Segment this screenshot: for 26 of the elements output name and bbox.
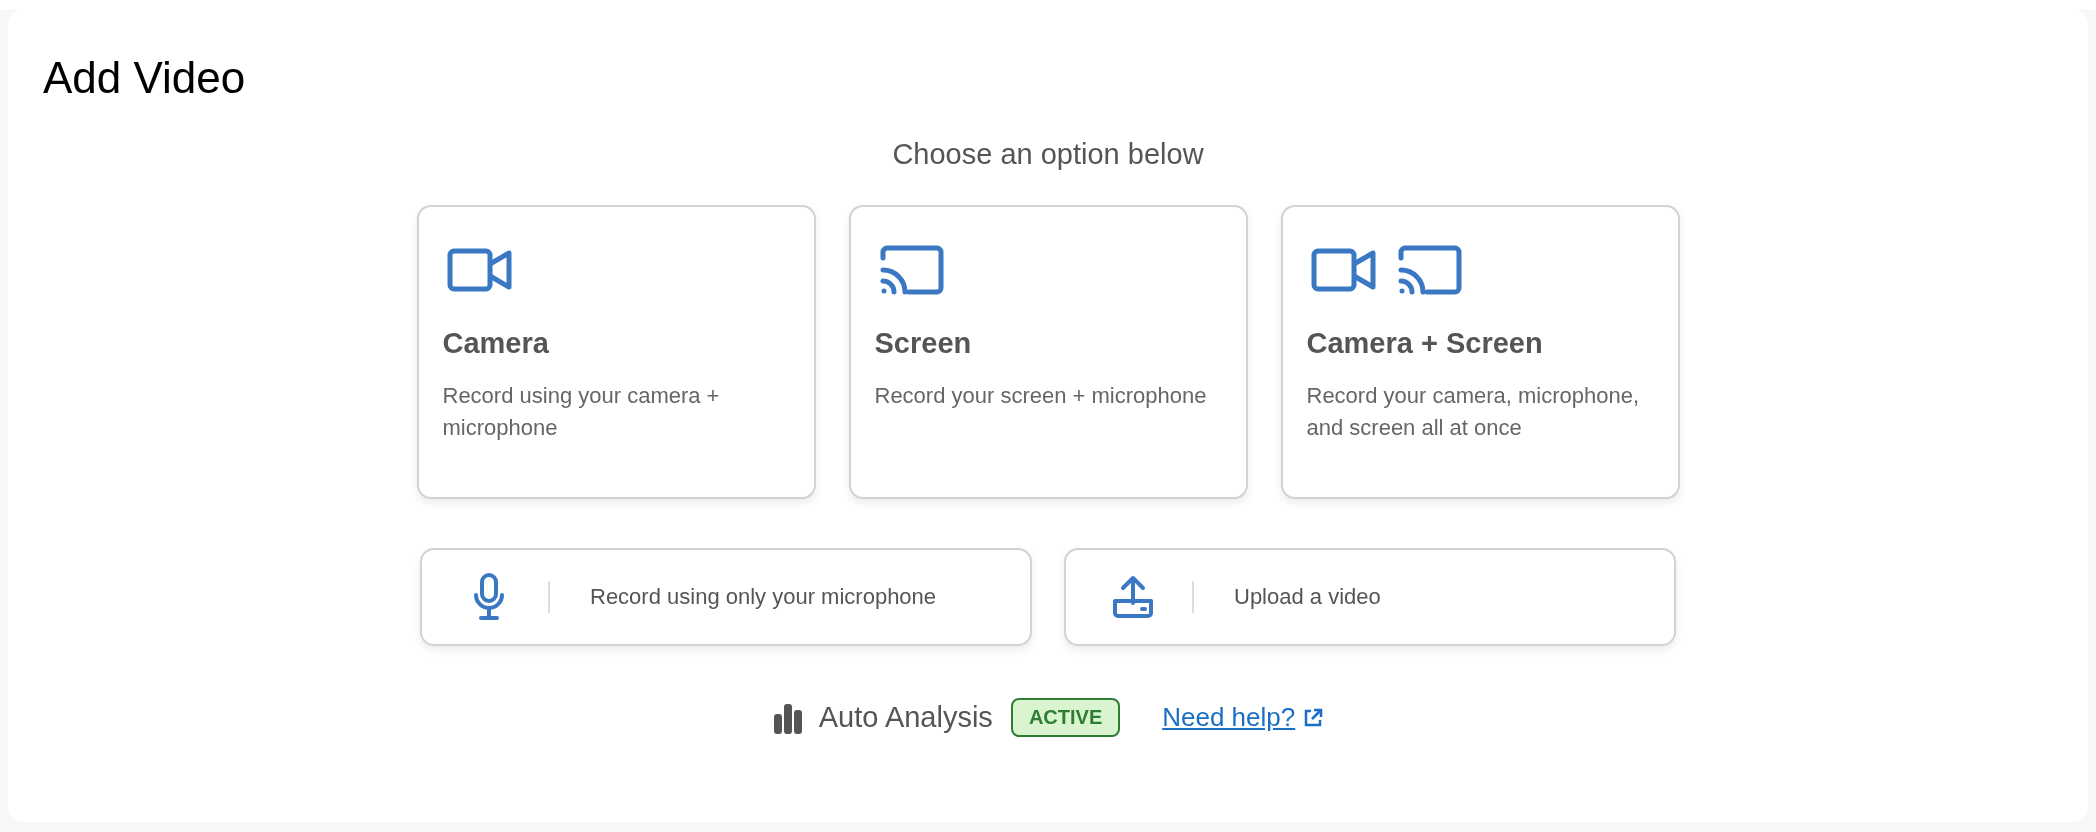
screen-cast-icon	[878, 244, 945, 296]
prompt-text: Choose an option below	[892, 138, 1204, 171]
upload-icon	[1112, 575, 1154, 619]
option-card[interactable]: Screen Record your screen + microphone	[848, 205, 1248, 499]
video-camera-icon	[446, 247, 513, 293]
video-camera-icon	[1310, 247, 1377, 293]
bar-chart-icon	[772, 701, 803, 734]
screen-cast-icon	[1396, 244, 1463, 296]
page-title: Add Video	[43, 56, 247, 100]
status-badge: ACTIVE	[1010, 698, 1121, 737]
help-link[interactable]: Need help?	[1162, 702, 1296, 733]
action-button[interactable]: Upload a video	[1064, 548, 1676, 646]
option-description: Record your camera, microphone, and screen all at once	[1306, 382, 1641, 442]
auto-analysis-label: Auto Analysis	[818, 701, 993, 734]
action-button[interactable]: Record using only your microphone	[420, 548, 1032, 646]
option-title: Camera	[442, 327, 550, 360]
option-title: Camera + Screen	[1306, 327, 1544, 360]
option-title: Screen	[874, 327, 973, 360]
option-description: Record your screen + microphone	[874, 382, 1208, 410]
action-label: Upload a video	[1234, 584, 1381, 610]
option-card[interactable]: Camera + Screen Record your camera, microphone, and screen all at once	[1280, 205, 1680, 499]
external-link-icon	[1303, 707, 1324, 728]
option-description: Record using your camera + microphone	[442, 382, 721, 442]
action-label: Record using only your microphone	[590, 584, 937, 610]
microphone-icon	[473, 573, 505, 621]
option-card[interactable]: Camera Record using your camera + microphone	[416, 205, 816, 499]
